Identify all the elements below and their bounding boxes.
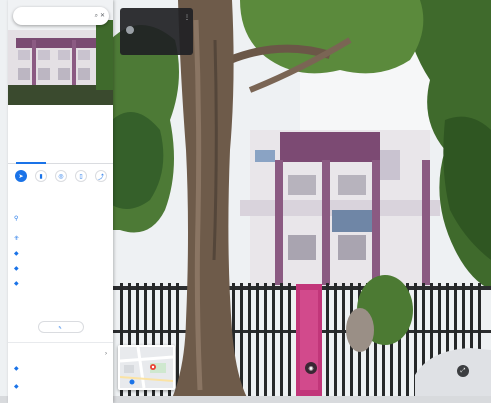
active-tab-indicator [16, 162, 46, 164]
label-icon: ◆ [14, 281, 19, 287]
search-input[interactable] [17, 13, 93, 19]
chevron-icon[interactable]: › [105, 351, 107, 357]
info-row-5[interactable]: ◆ [8, 281, 113, 293]
info-row-address[interactable]: ⚲ [8, 216, 113, 232]
save-button[interactable]: ▮ [32, 170, 50, 185]
info-row-3[interactable]: ◆ [8, 251, 113, 263]
bottom-item-2[interactable]: ◆ [8, 384, 113, 394]
action-buttons: ➤ ▮ ◎ ▯ ⤴ [12, 170, 112, 204]
panel-divider [8, 342, 113, 343]
more-vert-icon[interactable]: ⋮ [184, 15, 190, 21]
label-icon: ◆ [14, 366, 19, 372]
bookmark-icon: ▮ [35, 170, 47, 182]
label-icon: ◆ [14, 266, 19, 272]
close-icon[interactable]: ✕ [100, 13, 105, 19]
plus-code-icon: ⁜ [14, 236, 20, 242]
directions-icon: ➤ [15, 170, 27, 182]
nearby-icon: ◎ [55, 170, 67, 182]
mini-map-graphic [120, 347, 173, 388]
zoom-icon[interactable]: ◉ [305, 362, 317, 374]
street-view-info-card[interactable]: ⋮ [120, 8, 193, 55]
info-row-4[interactable]: ◆ [8, 266, 113, 278]
search-icon[interactable]: ⌕ [95, 13, 98, 19]
send-to-phone-icon: ▯ [75, 170, 87, 182]
place-panel: ⌕ ✕ ➤ ▮ ◎ ▯ ⤴ ⚲ ⁜ ◆ ◆ ◆ ✎ › ◆ ◆ [8, 0, 113, 403]
share-button[interactable]: ⤴ [92, 170, 110, 185]
mini-map[interactable] [118, 345, 175, 390]
contributor-avatar [126, 26, 134, 34]
expand-icon[interactable]: ⤢ [457, 365, 469, 377]
nearby-button[interactable]: ◎ [52, 170, 70, 185]
label-icon: ◆ [14, 384, 19, 390]
share-icon: ⤴ [95, 170, 107, 182]
location-pin-icon: ⚲ [14, 216, 19, 222]
label-icon: ◆ [14, 251, 19, 257]
info-row-plus-code[interactable]: ⁜ [8, 236, 113, 248]
send-to-phone-button[interactable]: ▯ [72, 170, 90, 185]
suggest-edit-button[interactable]: ✎ [38, 321, 84, 333]
search-bar[interactable]: ⌕ ✕ [13, 7, 109, 25]
directions-button[interactable]: ➤ [12, 170, 30, 185]
place-tabs [8, 152, 113, 164]
bottom-item-1[interactable]: ◆ [8, 366, 113, 376]
pencil-icon: ✎ [58, 324, 62, 330]
